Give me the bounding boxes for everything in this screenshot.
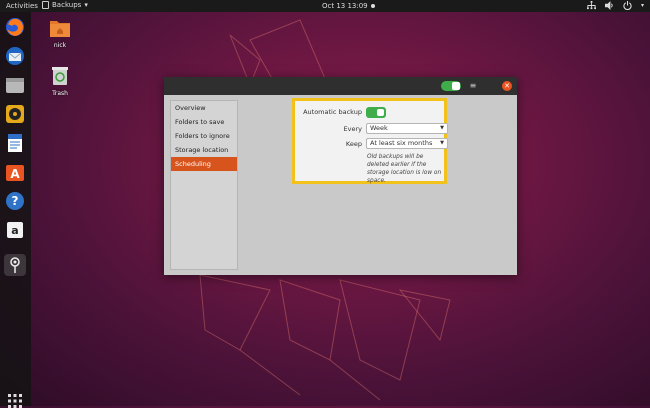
- system-tray[interactable]: ▾: [586, 1, 644, 10]
- desktop-icon-home[interactable]: nick: [45, 18, 75, 49]
- dock-amazon[interactable]: a: [4, 219, 26, 241]
- header-bar: ≡ ✕: [164, 77, 517, 95]
- keep-dropdown[interactable]: At least six months ▼: [366, 138, 448, 149]
- scheduling-panel: Automatic backup Every Week ▼ Keep At le…: [292, 98, 448, 184]
- backups-window: ≡ ✕ Overview Folders to save Folders to …: [164, 77, 517, 275]
- close-icon[interactable]: ✕: [502, 81, 512, 91]
- switch-knob: [452, 82, 460, 90]
- writer-icon: [8, 134, 22, 152]
- dock-backups[interactable]: [4, 254, 26, 276]
- svg-text:?: ?: [12, 194, 19, 208]
- desktop-icon-trash[interactable]: Trash: [45, 66, 75, 97]
- software-icon: A: [6, 165, 24, 181]
- backups-icon: [10, 257, 20, 273]
- chevron-down-icon: ▾: [84, 1, 88, 9]
- clock[interactable]: Oct 13 13:09: [322, 2, 375, 10]
- files-icon: [6, 78, 24, 93]
- app-menu[interactable]: Backups ▾: [42, 1, 88, 9]
- keep-label: Keep: [345, 140, 362, 148]
- dock-help[interactable]: ?: [4, 190, 26, 212]
- dock-software[interactable]: A: [4, 161, 26, 183]
- automatic-backup-label: Automatic backup: [303, 108, 362, 116]
- network-icon: [586, 1, 596, 10]
- clock-label: Oct 13 13:09: [322, 2, 368, 10]
- trash-icon: [52, 67, 68, 85]
- amazon-icon: a: [7, 222, 23, 238]
- rhythmbox-icon: [6, 105, 24, 123]
- hamburger-menu-icon[interactable]: ≡: [469, 81, 477, 91]
- backups-app-icon: [42, 1, 49, 9]
- retention-note: Old backups will be deleted earlier if t…: [367, 154, 442, 184]
- automatic-backup-switch[interactable]: [366, 107, 386, 118]
- every-label: Every: [343, 125, 362, 133]
- dock-thunderbird[interactable]: [4, 45, 26, 67]
- sidebar-item-folders-to-save[interactable]: Folders to save: [171, 115, 237, 129]
- sidebar-item-scheduling[interactable]: Scheduling: [171, 157, 237, 171]
- switch-knob: [377, 109, 384, 116]
- firefox-icon: [6, 18, 24, 36]
- keep-value: At least six months: [370, 139, 433, 147]
- svg-text:A: A: [10, 167, 20, 181]
- dock-firefox[interactable]: [4, 16, 26, 38]
- every-value: Week: [370, 124, 388, 132]
- desktop-icon-label: Trash: [52, 90, 68, 97]
- app-menu-label: Backups: [52, 1, 82, 9]
- backup-master-switch[interactable]: [441, 81, 461, 91]
- notification-dot-icon: [370, 4, 375, 8]
- help-icon: ?: [6, 192, 24, 210]
- power-icon: [623, 1, 632, 10]
- chevron-down-icon: ▼: [440, 140, 444, 146]
- dock: A ? a: [0, 12, 31, 408]
- thunderbird-icon: [6, 47, 24, 65]
- home-folder-icon: [50, 21, 70, 37]
- sidebar-item-overview[interactable]: Overview: [171, 101, 237, 115]
- svg-text:a: a: [11, 224, 18, 237]
- dock-files[interactable]: [4, 74, 26, 96]
- sidebar-item-folders-to-ignore[interactable]: Folders to ignore: [171, 129, 237, 143]
- sidebar-item-storage-location[interactable]: Storage location: [171, 143, 237, 157]
- activities-button[interactable]: Activities: [6, 2, 38, 10]
- dock-writer[interactable]: [4, 132, 26, 154]
- dock-rhythmbox[interactable]: [4, 103, 26, 125]
- top-bar: Activities Backups ▾ Oct 13 13:09 ▾: [0, 0, 650, 12]
- volume-icon: [604, 1, 613, 10]
- chevron-down-icon: ▼: [440, 125, 444, 131]
- every-dropdown[interactable]: Week ▼: [366, 123, 448, 134]
- desktop-icon-label: nick: [53, 42, 67, 49]
- sidebar: Overview Folders to save Folders to igno…: [170, 100, 238, 270]
- chevron-down-icon: ▾: [640, 2, 644, 9]
